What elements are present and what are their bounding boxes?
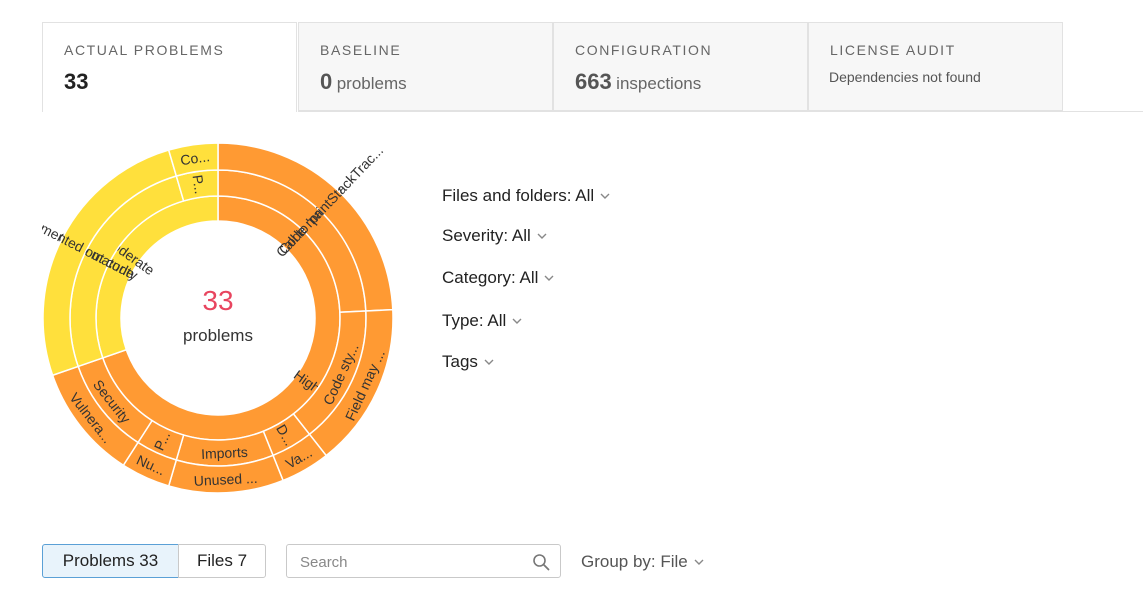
tab-title: LICENSE AUDIT <box>830 42 956 58</box>
filter-label: Category: All <box>442 268 539 287</box>
chevron-down-icon <box>512 318 522 324</box>
tab-unit: inspections <box>616 74 702 93</box>
tab-value: 663 inspections <box>575 69 701 95</box>
search-icon[interactable] <box>532 553 550 571</box>
filter-type[interactable]: Type: All <box>442 311 522 331</box>
tab-title: BASELINE <box>320 42 402 58</box>
tab-title: CONFIGURATION <box>575 42 713 58</box>
chart-segments: HighModerate Code maturityCode sty...D...… <box>42 142 394 494</box>
sunburst-segment-label: Unused ... <box>193 470 258 489</box>
tab-configuration[interactable]: CONFIGURATION 663 inspections <box>553 22 808 111</box>
group-by-label: Group by: File <box>581 552 688 571</box>
tab-baseline[interactable]: BASELINE 0 problems <box>298 22 553 111</box>
sunburst-segment-label: Imports <box>201 444 248 462</box>
problems-view-button[interactable]: Problems 33 <box>42 544 179 578</box>
problems-sunburst-chart[interactable]: HighModerate Code maturityCode sty...D...… <box>42 142 394 494</box>
filter-label: Tags <box>442 352 478 371</box>
tabs-divider <box>298 111 1143 112</box>
files-view-button[interactable]: Files 7 <box>178 544 266 578</box>
center-problem-count: 33 <box>202 285 233 316</box>
filter-tags[interactable]: Tags <box>442 352 494 372</box>
tab-count: 0 <box>320 69 333 94</box>
filter-files-and-folders[interactable]: Files and folders: All <box>442 186 610 206</box>
search-input[interactable] <box>300 551 520 573</box>
filter-severity[interactable]: Severity: All <box>442 226 547 246</box>
search-box <box>286 544 561 578</box>
chevron-down-icon <box>544 275 554 281</box>
filter-label: Severity: All <box>442 226 531 245</box>
tab-title: ACTUAL PROBLEMS <box>64 42 225 58</box>
chevron-down-icon <box>600 193 610 199</box>
filter-label: Files and folders: All <box>442 186 595 205</box>
filter-category[interactable]: Category: All <box>442 268 554 288</box>
tab-count: 663 <box>575 69 612 94</box>
tab-value: 33 <box>64 69 88 95</box>
tab-license-audit[interactable]: LICENSE AUDIT Dependencies not found <box>808 22 1063 111</box>
center-problem-label: problems <box>183 326 253 345</box>
sunburst-segment-label: P... <box>190 174 209 195</box>
tab-actual-problems[interactable]: ACTUAL PROBLEMS 33 <box>42 22 297 112</box>
tab-count: 33 <box>64 69 89 94</box>
tab-subtitle: Dependencies not found <box>829 69 981 85</box>
summary-tabs: ACTUAL PROBLEMS 33 BASELINE 0 problems C… <box>0 0 1143 112</box>
chevron-down-icon <box>537 233 547 239</box>
problems-toolbar: Problems 33 Files 7 Group by: File <box>0 540 1143 590</box>
filter-label: Type: All <box>442 311 507 330</box>
chevron-down-icon <box>694 559 704 565</box>
group-by-dropdown[interactable]: Group by: File <box>581 552 704 572</box>
tab-value: 0 problems <box>320 69 407 95</box>
chevron-down-icon <box>484 359 494 365</box>
tab-unit: problems <box>336 74 407 93</box>
